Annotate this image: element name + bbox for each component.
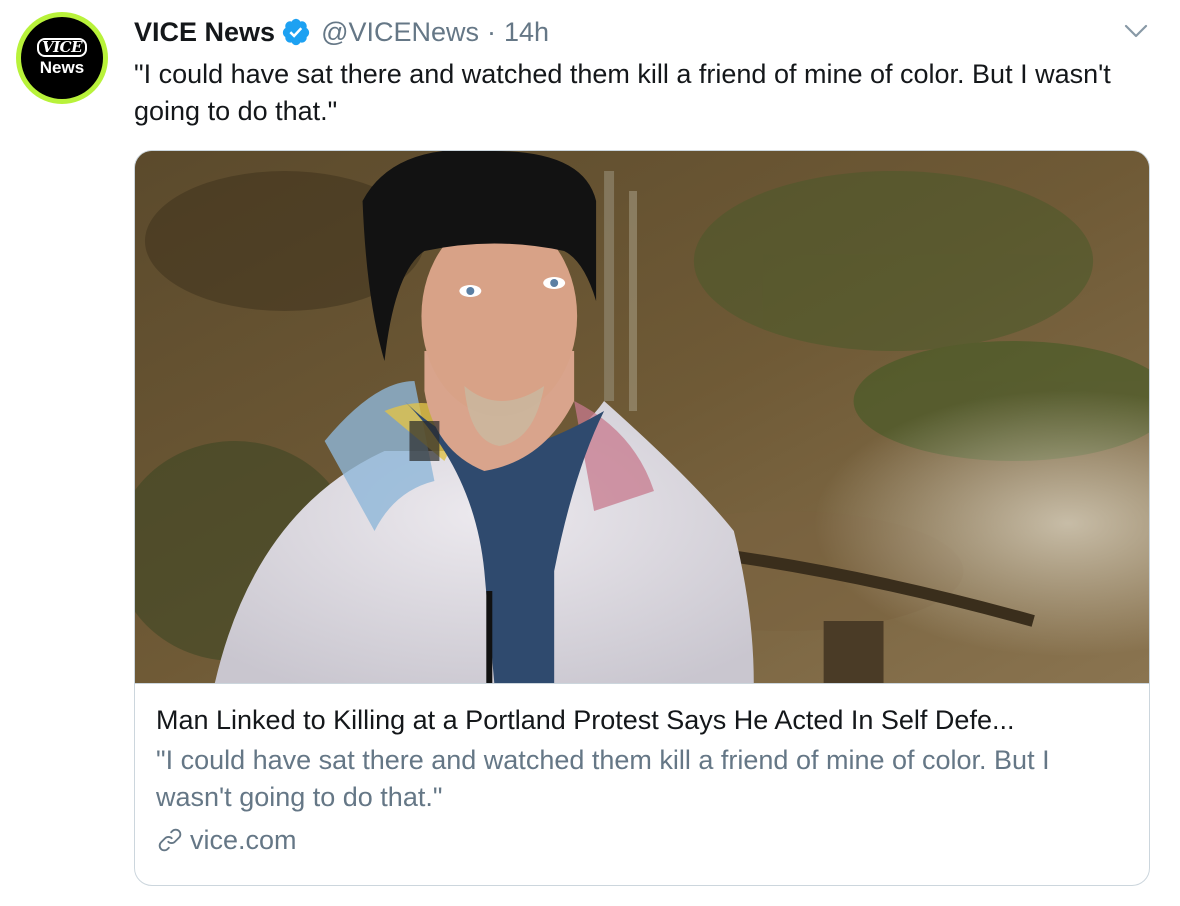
verified-badge-icon bbox=[281, 17, 311, 47]
link-card[interactable]: Man Linked to Killing at a Portland Prot… bbox=[134, 150, 1150, 886]
card-body: Man Linked to Killing at a Portland Prot… bbox=[135, 684, 1149, 858]
avatar-sub-text: News bbox=[39, 58, 85, 77]
tweet-text: "I could have sat there and watched them… bbox=[134, 59, 1111, 126]
chevron-down-icon[interactable] bbox=[1122, 20, 1150, 42]
card-domain-text: vice.com bbox=[190, 825, 297, 855]
tweet-header: VICE News @VICENews · 14h bbox=[134, 14, 549, 50]
link-icon bbox=[156, 826, 184, 854]
avatar-logo: VICE News bbox=[21, 17, 103, 99]
timestamp[interactable]: 14h bbox=[504, 17, 549, 48]
card-title[interactable]: Man Linked to Killing at a Portland Prot… bbox=[156, 702, 1127, 738]
card-description: "I could have sat there and watched them… bbox=[156, 745, 1050, 812]
separator-dot: · bbox=[487, 16, 497, 47]
author-handle[interactable]: @VICENews bbox=[321, 17, 479, 48]
avatar-brand-text: VICE bbox=[36, 38, 88, 57]
author-name[interactable]: VICE News bbox=[134, 17, 275, 48]
avatar[interactable]: VICE News bbox=[16, 12, 108, 104]
card-domain[interactable]: vice.com bbox=[156, 822, 1127, 858]
card-photo bbox=[135, 151, 1149, 683]
card-image[interactable] bbox=[135, 151, 1149, 684]
